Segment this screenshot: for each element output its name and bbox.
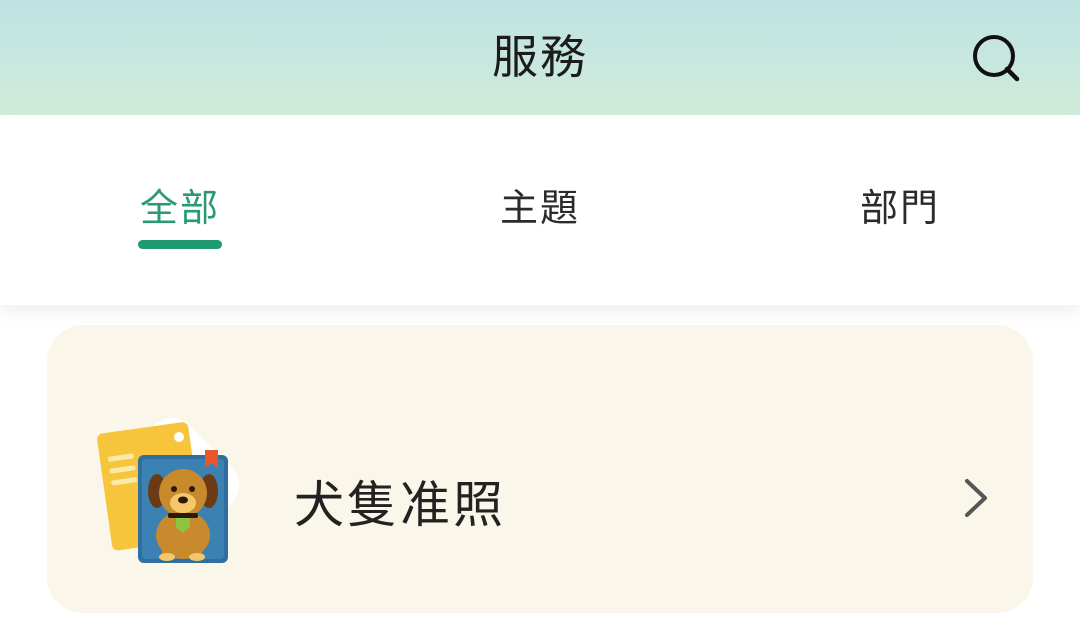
tab-topics[interactable]: 主題 — [440, 115, 640, 305]
tab-bar: 全部 主題 部門 — [0, 115, 1080, 305]
tab-label: 主題 — [499, 186, 580, 230]
chevron-right-icon — [965, 479, 987, 517]
tab-label: 全部 — [139, 186, 220, 230]
search-button[interactable] — [970, 32, 1024, 86]
tab-all[interactable]: 全部 — [80, 115, 280, 305]
tab-label: 部門 — [859, 186, 940, 230]
search-icon — [973, 35, 1020, 82]
page-title: 服務 — [492, 30, 588, 84]
dog-license-icon — [72, 385, 272, 585]
header-bar: 服務 — [0, 0, 1080, 115]
tab-departments[interactable]: 部門 — [800, 115, 1000, 305]
service-list: 犬隻准照 — [0, 305, 1080, 627]
app-screen: 服務 全部 主題 部門 犬隻准照 — [0, 0, 1080, 627]
service-card-dog-license[interactable]: 犬隻准照 — [47, 325, 1033, 613]
service-title: 犬隻准照 — [294, 476, 506, 534]
active-tab-indicator — [138, 240, 222, 249]
